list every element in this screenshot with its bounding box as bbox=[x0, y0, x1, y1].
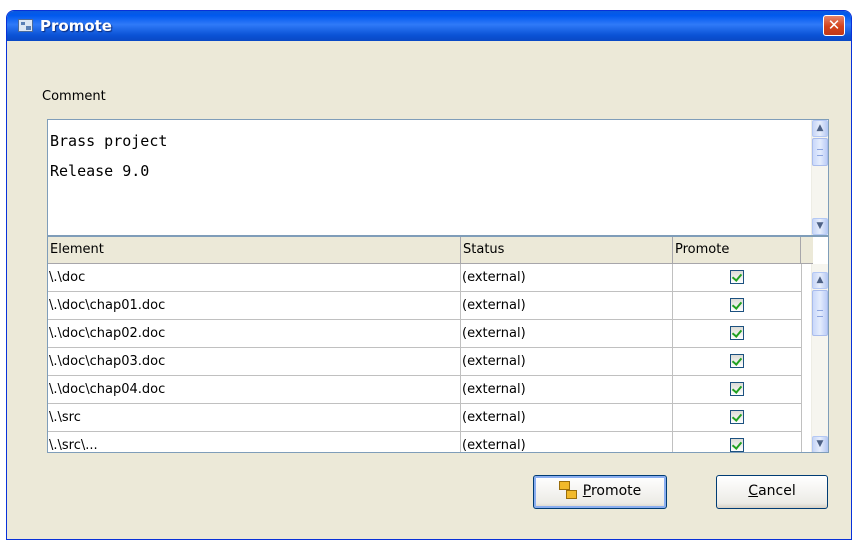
table-scroll-thumb[interactable] bbox=[812, 290, 828, 336]
column-header-promote[interactable]: Promote bbox=[673, 237, 801, 264]
elements-table: Element Status Promote \.\doc (external) \… bbox=[47, 236, 829, 453]
table-scrollbar[interactable]: ▲ ▼ bbox=[811, 264, 828, 452]
window-title: Promote bbox=[40, 17, 112, 35]
promote-checkbox[interactable] bbox=[730, 438, 744, 452]
close-button[interactable]: ✕ bbox=[823, 15, 845, 36]
cancel-button[interactable]: Cancel bbox=[716, 475, 828, 509]
column-header-status[interactable]: Status bbox=[461, 237, 673, 264]
comment-text[interactable]: Brass project Release 9.0 bbox=[50, 126, 167, 186]
table-row[interactable]: \.\src (external) bbox=[48, 404, 802, 432]
promote-cell bbox=[673, 320, 802, 348]
chevron-down-icon[interactable]: ▼ bbox=[812, 436, 828, 452]
table-row[interactable]: \.\doc\chap04.doc (external) bbox=[48, 376, 802, 404]
status-cell: (external) bbox=[461, 264, 673, 292]
status-cell: (external) bbox=[461, 432, 673, 452]
promote-cell bbox=[673, 348, 802, 376]
promote-checkbox[interactable] bbox=[730, 410, 744, 424]
promote-checkbox[interactable] bbox=[730, 270, 744, 284]
header-corner bbox=[801, 237, 813, 264]
table-row[interactable]: \.\src\... (external) bbox=[48, 432, 802, 452]
promote-cell bbox=[673, 292, 802, 320]
comment-scrollbar[interactable]: ▲ ▼ bbox=[811, 120, 828, 235]
element-cell: \.\doc\chap02.doc bbox=[48, 320, 461, 348]
comment-scroll-thumb[interactable] bbox=[812, 138, 828, 166]
promote-mnemonic: P bbox=[582, 483, 591, 499]
title-bar[interactable]: Promote ✕ bbox=[7, 11, 851, 41]
element-cell: \.\doc\chap04.doc bbox=[48, 376, 461, 404]
promote-button-label: romote bbox=[590, 483, 642, 499]
promote-button[interactable]: Promote bbox=[533, 475, 667, 509]
promote-cell bbox=[673, 376, 802, 404]
promote-checkbox[interactable] bbox=[730, 298, 744, 312]
promote-cell bbox=[673, 432, 802, 452]
cancel-button-label: ancel bbox=[758, 483, 796, 499]
promote-checkbox[interactable] bbox=[730, 354, 744, 368]
promote-checkbox[interactable] bbox=[730, 382, 744, 396]
element-cell: \.\doc\chap03.doc bbox=[48, 348, 461, 376]
table-header: Element Status Promote bbox=[48, 237, 813, 264]
status-cell: (external) bbox=[461, 320, 673, 348]
column-header-element[interactable]: Element bbox=[48, 237, 461, 264]
chevron-down-icon[interactable]: ▼ bbox=[812, 218, 828, 235]
element-cell: \.\doc bbox=[48, 264, 461, 292]
promote-checkbox[interactable] bbox=[730, 326, 744, 340]
table-row[interactable]: \.\doc\chap01.doc (external) bbox=[48, 292, 802, 320]
status-cell: (external) bbox=[461, 292, 673, 320]
chevron-up-icon[interactable]: ▲ bbox=[812, 272, 828, 289]
element-cell: \.\src\... bbox=[48, 432, 461, 452]
table-row[interactable]: \.\doc (external) bbox=[48, 264, 802, 292]
promote-dialog: Promote ✕ Comment Brass project Release … bbox=[6, 10, 852, 540]
comment-textarea[interactable]: Brass project Release 9.0 ▲ ▼ bbox=[47, 119, 829, 236]
element-cell: \.\doc\chap01.doc bbox=[48, 292, 461, 320]
status-cell: (external) bbox=[461, 348, 673, 376]
status-cell: (external) bbox=[461, 404, 673, 432]
promote-cell bbox=[673, 264, 802, 292]
promote-cell bbox=[673, 404, 802, 432]
status-cell: (external) bbox=[461, 376, 673, 404]
promote-icon bbox=[558, 481, 577, 499]
comment-label: Comment bbox=[42, 89, 106, 104]
element-cell: \.\src bbox=[48, 404, 461, 432]
table-row[interactable]: \.\doc\chap03.doc (external) bbox=[48, 348, 802, 376]
promote-window-icon bbox=[18, 19, 33, 32]
cancel-mnemonic: C bbox=[748, 483, 759, 499]
table-row[interactable]: \.\doc\chap02.doc (external) bbox=[48, 320, 802, 348]
chevron-up-icon[interactable]: ▲ bbox=[812, 120, 828, 137]
